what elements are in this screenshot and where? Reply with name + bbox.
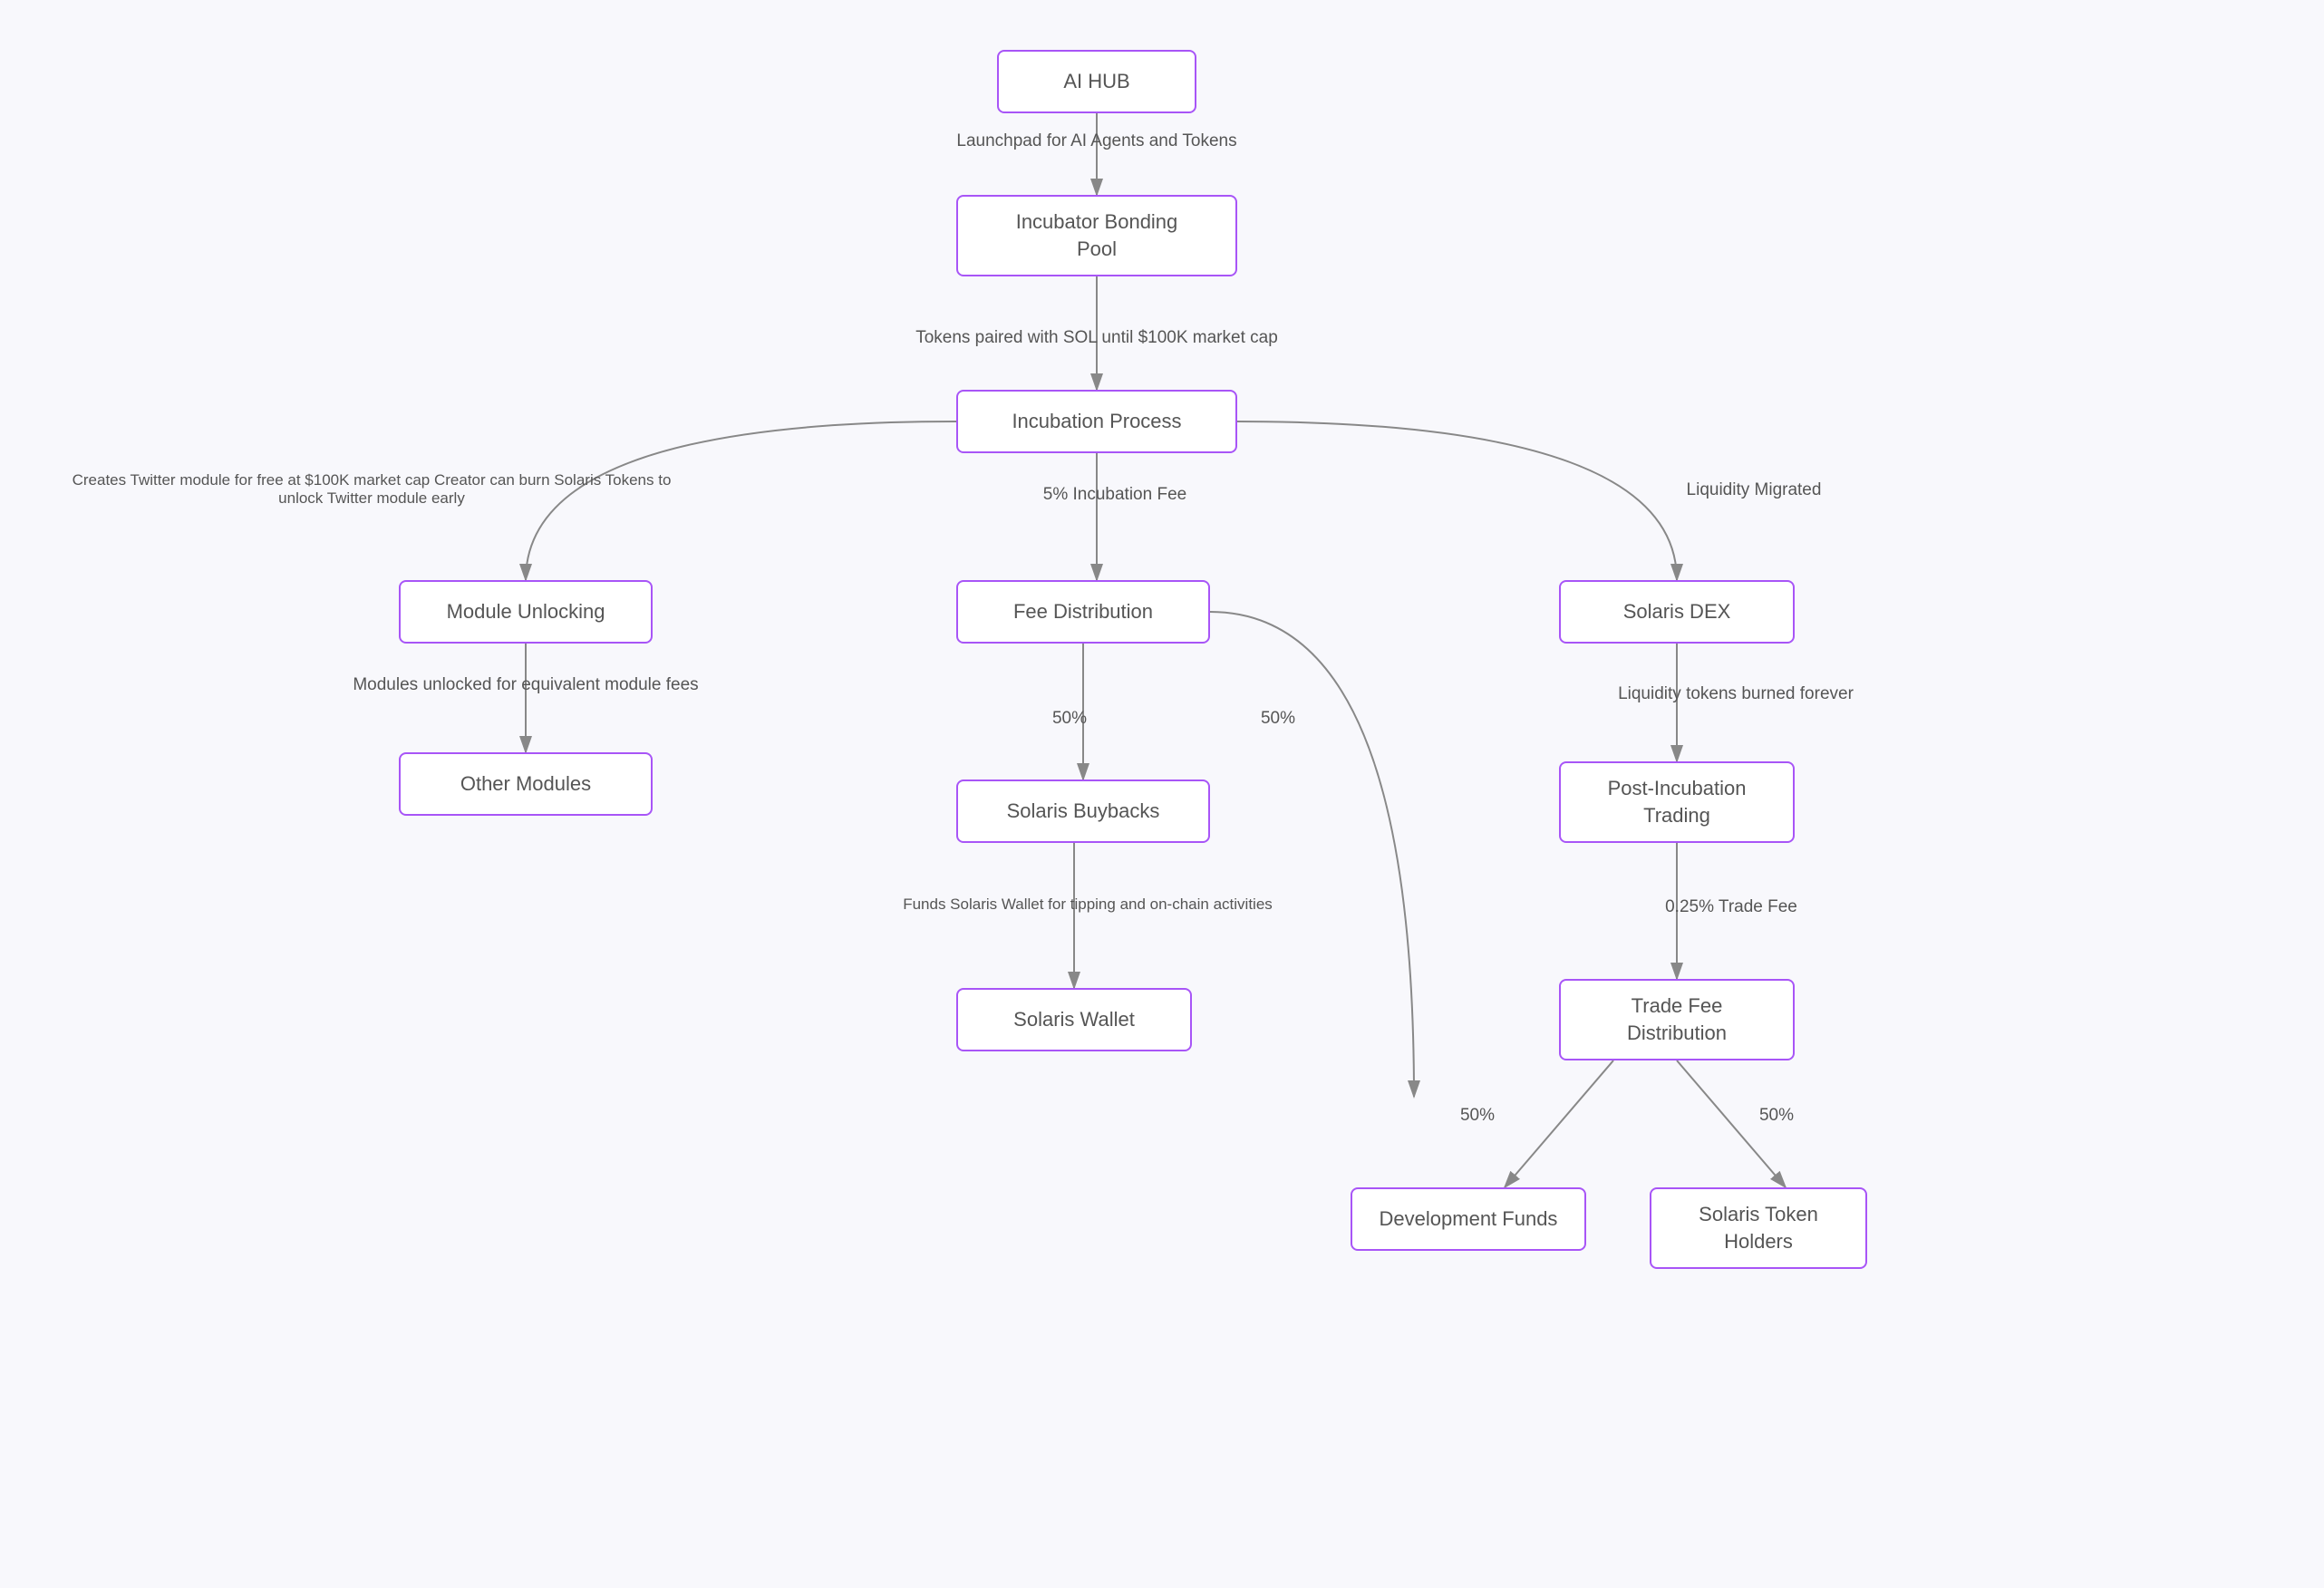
node-solaris-wallet: Solaris Wallet	[956, 988, 1192, 1051]
node-trade-fee-distribution: Trade FeeDistribution	[1559, 979, 1795, 1060]
label-liquidity-migrated: Liquidity Migrated	[1641, 480, 1867, 500]
node-fee-distribution: Fee Distribution	[956, 580, 1210, 644]
node-incubator-bonding: Incubator BondingPool	[956, 195, 1237, 276]
node-solaris-dex: Solaris DEX	[1559, 580, 1795, 644]
label-funds-solaris: Funds Solaris Wallet for tipping and on-…	[816, 896, 1360, 914]
label-five-percent: 5% Incubation Fee	[1024, 485, 1206, 505]
label-twitter-module: Creates Twitter module for free at $100K…	[54, 471, 689, 508]
node-development-funds: Development Funds	[1351, 1187, 1586, 1251]
node-incubation-process: Incubation Process	[956, 390, 1237, 453]
node-module-unlocking: Module Unlocking	[399, 580, 653, 644]
label-liq-tokens-burned: Liquidity tokens burned forever	[1595, 684, 1876, 704]
label-tokens-paired: Tokens paired with SOL until $100K marke…	[852, 328, 1341, 348]
label-fifty-percent-holders: 50%	[1740, 1106, 1813, 1126]
label-fifty-percent-1: 50%	[1033, 709, 1106, 729]
node-post-incubation-trading: Post-IncubationTrading	[1559, 761, 1795, 843]
label-trade-fee: 0.25% Trade Fee	[1632, 897, 1831, 917]
label-modules-unlocked: Modules unlocked for equivalent module f…	[335, 675, 716, 695]
node-other-modules: Other Modules	[399, 752, 653, 816]
label-fifty-percent-dev: 50%	[1441, 1106, 1514, 1126]
node-solaris-token-holders: Solaris TokenHolders	[1650, 1187, 1867, 1269]
node-ai-hub: AI HUB	[997, 50, 1196, 113]
label-fifty-percent-right: 50%	[1242, 709, 1314, 729]
label-launchpad: Launchpad for AI Agents and Tokens	[906, 131, 1287, 151]
node-solaris-buybacks: Solaris Buybacks	[956, 779, 1210, 843]
diagram-container: AI HUB Incubator BondingPool Incubation …	[0, 0, 2324, 1588]
